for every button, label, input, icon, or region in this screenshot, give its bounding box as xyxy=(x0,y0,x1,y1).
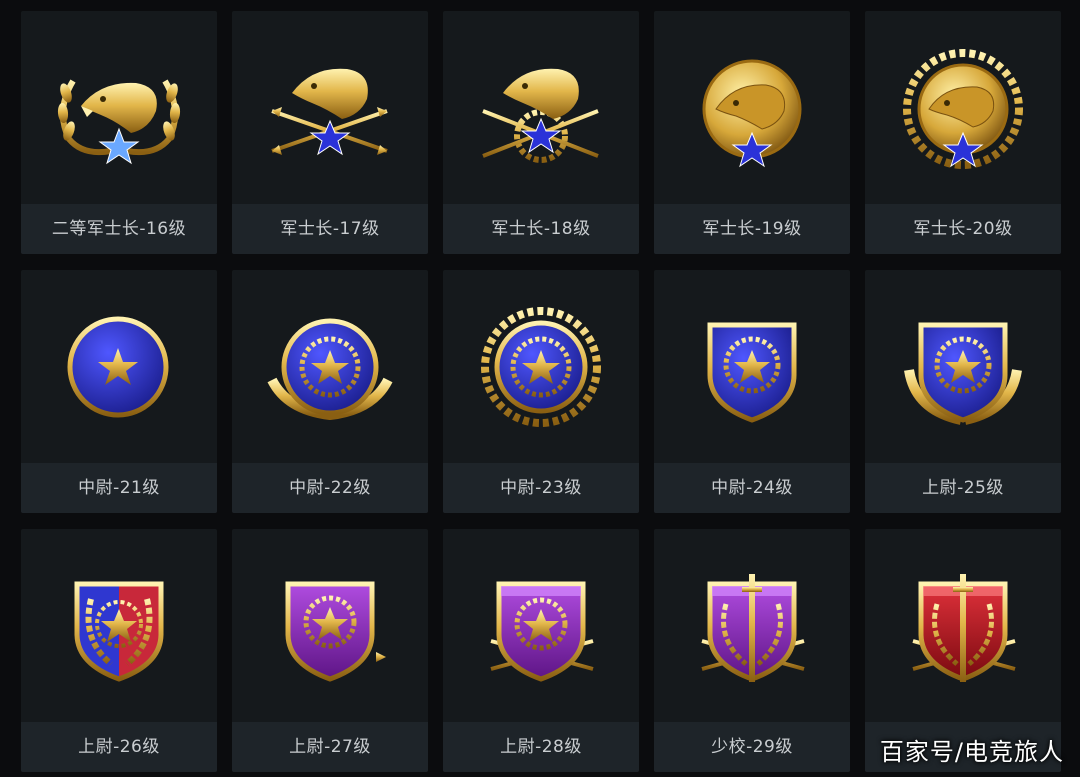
purple-sword-shield-badge-icon xyxy=(654,529,850,722)
rank-label: 中尉-22级 xyxy=(232,463,428,513)
watermark: 百家号/电竞旅人 xyxy=(879,738,1064,766)
rank-card[interactable]: 军士长-18级 xyxy=(443,11,639,254)
rank-card[interactable]: 少校-29级 xyxy=(654,529,850,772)
rank-label: 军士长-20级 xyxy=(865,204,1061,254)
rank-card[interactable]: 上尉-28级 xyxy=(443,529,639,772)
eagle-gold-wreath-badge-icon xyxy=(865,11,1061,204)
purple-shield-arrow-badge-icon xyxy=(232,529,428,722)
eagle-arrows-gear-badge-icon xyxy=(443,11,639,204)
rank-label: 上尉-25级 xyxy=(865,463,1061,513)
blue-circle-star-badge-icon xyxy=(21,270,217,463)
rank-label: 上尉-27级 xyxy=(232,722,428,772)
rank-card[interactable]: 上尉-25级 xyxy=(865,270,1061,513)
rank-label: 少校-29级 xyxy=(654,722,850,772)
rank-label: 军士长-19级 xyxy=(654,204,850,254)
rank-card[interactable]: 中尉-22级 xyxy=(232,270,428,513)
rank-label: 中尉-24级 xyxy=(654,463,850,513)
rank-label: 军士长-18级 xyxy=(443,204,639,254)
eagle-wreath-badge-icon xyxy=(21,11,217,204)
rank-card[interactable]: 中尉-21级 xyxy=(21,270,217,513)
rank-card[interactable]: 中尉-24级 xyxy=(654,270,850,513)
rank-card[interactable]: 军士长-17级 xyxy=(232,11,428,254)
rank-label: 二等军士长-16级 xyxy=(21,204,217,254)
rank-grid: 二等军士长-16级 军士长-17级 军士长-18级 军士长-19级 军士长-20… xyxy=(21,11,1061,772)
red-sword-shield-badge-icon xyxy=(865,529,1061,722)
rank-card[interactable]: 军士长-19级 xyxy=(654,11,850,254)
purple-castle-shield-arrows-badge-icon xyxy=(443,529,639,722)
split-shield-wreath-badge-icon xyxy=(21,529,217,722)
rank-label: 中尉-23级 xyxy=(443,463,639,513)
rank-card[interactable]: 上尉-26级 xyxy=(21,529,217,772)
rank-label: 中尉-21级 xyxy=(21,463,217,513)
blue-shield-gear-wings-badge-icon xyxy=(865,270,1061,463)
rank-label: 上尉-26级 xyxy=(21,722,217,772)
rank-card[interactable]: 军士长-20级 xyxy=(865,11,1061,254)
rank-card[interactable]: 中尉-23级 xyxy=(443,270,639,513)
eagle-arrows-badge-icon xyxy=(232,11,428,204)
blue-shield-gear-badge-icon xyxy=(654,270,850,463)
blue-circle-gear-wreath-badge-icon xyxy=(443,270,639,463)
rank-card[interactable]: 二等军士长-16级 xyxy=(21,11,217,254)
rank-label: 上尉-28级 xyxy=(443,722,639,772)
blue-circle-gear-wings-badge-icon xyxy=(232,270,428,463)
rank-label: 军士长-17级 xyxy=(232,204,428,254)
rank-card[interactable]: 上尉-27级 xyxy=(232,529,428,772)
eagle-gold-coin-badge-icon xyxy=(654,11,850,204)
